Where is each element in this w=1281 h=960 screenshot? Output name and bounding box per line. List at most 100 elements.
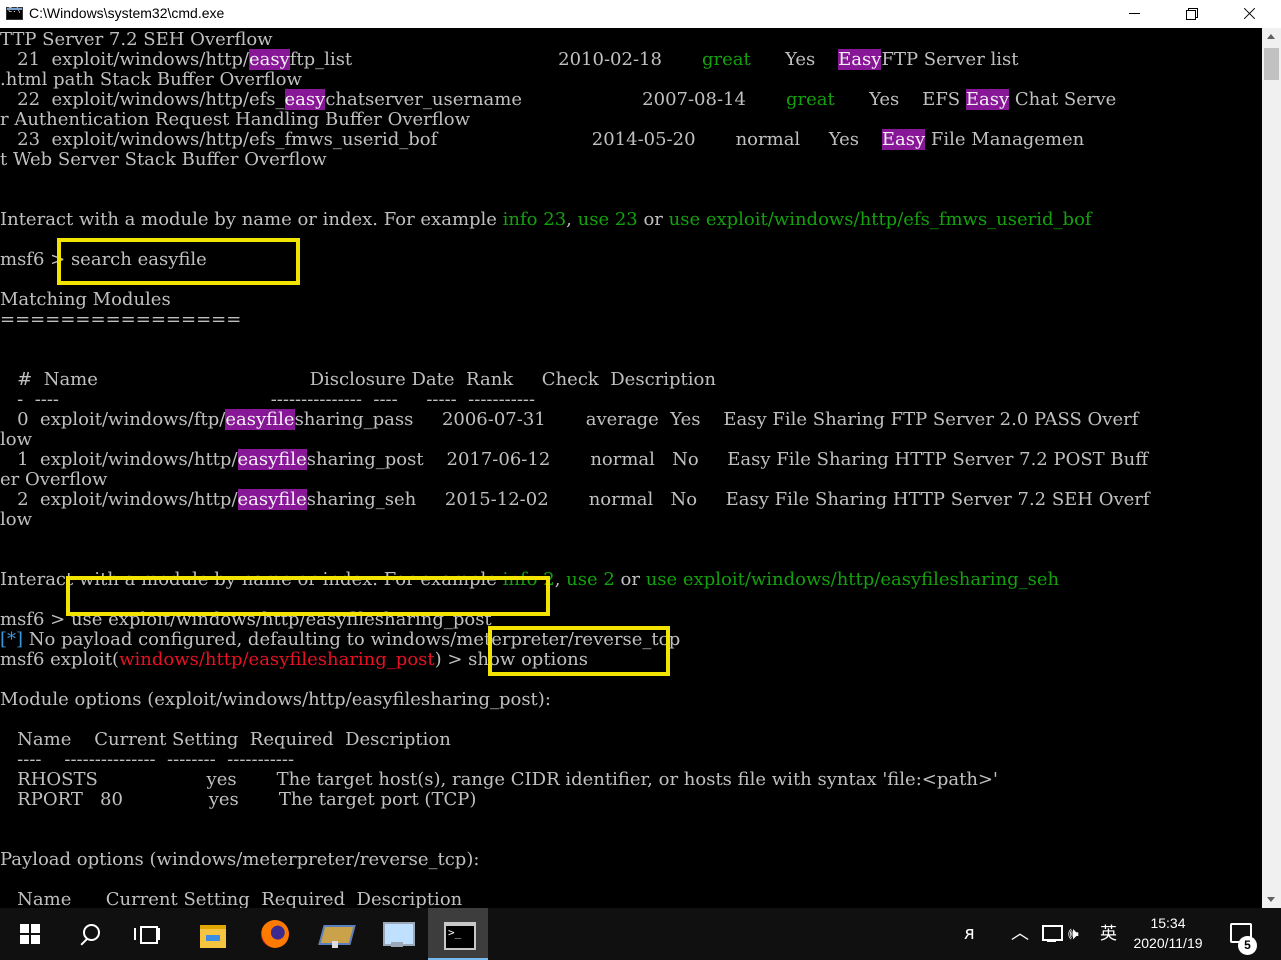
- console-text-segment: ---- --------------- -------- ----------…: [0, 749, 295, 770]
- console-text-segment: great: [701, 49, 751, 70]
- taskbar: ᴙ ︿ 🕪 英 15:34 2020/11/19 5: [0, 908, 1281, 960]
- close-button[interactable]: [1220, 0, 1278, 28]
- console-line: 21 exploit/windows/http/easyftp_list 201…: [0, 49, 1019, 70]
- clock-time: 15:34: [1150, 915, 1186, 931]
- console-line: ================: [0, 310, 241, 330]
- console-line: Interact with a module by name or index.…: [0, 210, 1092, 230]
- console-text-segment: TTP Server 7.2 SEH Overflow: [0, 29, 273, 50]
- console-text-segment: t Web Server Stack Buffer Overflow: [0, 149, 327, 170]
- console-text-segment: easy: [284, 89, 326, 110]
- console-text-segment: easyfile: [237, 449, 307, 470]
- console-text-segment: low: [0, 429, 33, 450]
- console-text-segment: RPORT 80 yes The target port (TCP): [0, 789, 477, 810]
- console-line: RPORT 80 yes The target port (TCP): [0, 790, 476, 810]
- console-text-segment: FTP Server list: [881, 49, 1019, 70]
- remote-desktop-icon[interactable]: [368, 908, 426, 960]
- scroll-up-arrow-icon[interactable]: [1262, 28, 1281, 46]
- console-text-segment: er Overflow: [0, 469, 108, 490]
- console-line: low: [0, 510, 32, 530]
- console-text-segment: Yes EFS: [834, 89, 966, 110]
- console-text-segment: or: [614, 569, 646, 590]
- console-line: Name Current Setting Required Descriptio…: [0, 889, 463, 909]
- network-icon[interactable]: [1040, 908, 1063, 960]
- console-line: 22 exploit/windows/http/efs_easychatserv…: [0, 89, 1117, 110]
- console-text-segment: [*]: [0, 629, 24, 650]
- cmd-app-icon[interactable]: [6, 6, 23, 20]
- console-text-segment: 21 exploit/windows/http/: [0, 49, 249, 70]
- clock-date: 2020/11/19: [1133, 935, 1203, 951]
- task-view-icon[interactable]: [120, 908, 178, 960]
- scrollbar-thumb[interactable]: [1264, 48, 1279, 80]
- console-text-segment: RHOSTS yes The target host(s), range CID…: [0, 769, 998, 790]
- console-text-segment: chatserver_username 2007-08-14: [325, 89, 786, 110]
- command-prompt-taskbar-icon[interactable]: [428, 908, 488, 960]
- console-text-segment: sharing_pass 2006-07-31 average Yes Easy…: [294, 409, 1139, 430]
- console-text-segment: easyfile: [237, 489, 307, 510]
- console-line: ---- --------------- -------- ----------…: [0, 750, 294, 770]
- console-text-segment: use 23: [577, 209, 638, 230]
- console-text-segment: use exploit/windows/http/efs_fmws_userid…: [668, 209, 1092, 230]
- console-text-segment: # Name Disclosure Date Rank Check Descri…: [0, 369, 716, 390]
- console-text-segment: Name Current Setting Required Descriptio…: [0, 729, 451, 750]
- show-hidden-icons-chevron-icon[interactable]: ︿: [1011, 908, 1029, 960]
- console-line: 1 exploit/windows/http/easyfilesharing_p…: [0, 449, 1148, 470]
- console-text-segment: r Authentication Request Handling Buffer…: [0, 109, 471, 130]
- console-text-segment: low: [0, 509, 33, 530]
- console-text-segment: 0 exploit/windows/ftp/: [0, 409, 226, 430]
- console-text-segment: windows/http/easyfilesharing_post: [119, 649, 435, 670]
- console-text-segment: use exploit/windows/http/easyfilesharing…: [645, 569, 1060, 590]
- console-text-segment: use 2: [566, 569, 615, 590]
- console-text-segment: easy: [248, 49, 290, 70]
- console-text-segment: sharing_post 2017-06-12 normal No Easy F…: [306, 449, 1148, 470]
- console-line: t Web Server Stack Buffer Overflow: [0, 150, 327, 170]
- console-text-segment: Matching Modules: [0, 289, 171, 310]
- console-text-segment: File Managemen: [925, 129, 1085, 150]
- minimize-button[interactable]: [1106, 0, 1164, 28]
- console-text-segment: ,: [554, 569, 567, 590]
- console-text-segment: great: [786, 89, 835, 110]
- input-method-indicator[interactable]: 英: [1100, 908, 1117, 960]
- console-line: 2 exploit/windows/http/easyfilesharing_s…: [0, 489, 1150, 510]
- console-line: 0 exploit/windows/ftp/easyfilesharing_pa…: [0, 409, 1139, 430]
- console-scrollbar[interactable]: [1262, 28, 1281, 908]
- console-line: .html path Stack Buffer Overflow: [0, 70, 302, 90]
- search-icon[interactable]: [60, 908, 118, 960]
- console-text-segment: Easy: [881, 129, 926, 150]
- taskbar-clock[interactable]: 15:34 2020/11/19: [1123, 913, 1213, 953]
- volume-icon[interactable]: 🕪: [1068, 908, 1079, 960]
- console-text-segment: - ---- --------------- ---- ----- ------…: [0, 389, 536, 410]
- console-line: Module options (exploit/windows/http/eas…: [0, 690, 551, 710]
- highlight-box-show-options: [488, 626, 670, 676]
- console-text-segment: Chat Serve: [1009, 89, 1117, 110]
- console-text-segment: Module options (exploit/windows/http/eas…: [0, 689, 551, 710]
- maximize-button[interactable]: [1163, 0, 1221, 28]
- start-icon[interactable]: [0, 908, 58, 960]
- console-output[interactable]: TTP Server 7.2 SEH Overflow 21 exploit/w…: [0, 28, 1262, 908]
- highlight-box-use: [66, 576, 550, 616]
- highlight-box-search: [57, 238, 300, 285]
- scroll-down-arrow-icon[interactable]: [1262, 890, 1281, 908]
- console-line: # Name Disclosure Date Rank Check Descri…: [0, 370, 716, 390]
- console-line: er Overflow: [0, 470, 107, 490]
- network-tool-icon[interactable]: [306, 908, 364, 960]
- console-text-segment: info 23: [502, 209, 567, 230]
- console-line: r Authentication Request Handling Buffer…: [0, 110, 470, 130]
- console-line: TTP Server 7.2 SEH Overflow: [0, 30, 273, 50]
- console-text-segment: Easy: [838, 49, 882, 70]
- window-title-bar[interactable]: C:\Windows\system32\cmd.exe: [0, 0, 1281, 28]
- window-title: C:\Windows\system32\cmd.exe: [29, 5, 225, 21]
- console-text-segment: Interact with a module by name or index.…: [0, 209, 503, 230]
- console-text-segment: or: [637, 209, 669, 230]
- console-line: 23 exploit/windows/http/efs_fmws_userid_…: [0, 129, 1085, 150]
- console-text-segment: 22 exploit/windows/http/efs_: [0, 89, 285, 110]
- console-line: Name Current Setting Required Descriptio…: [0, 730, 451, 750]
- console-text-segment: Name Current Setting Required Descriptio…: [0, 889, 463, 909]
- console-text-segment: easyfile: [225, 409, 295, 430]
- firefox-icon[interactable]: [246, 908, 304, 960]
- console-text-segment: 23 exploit/windows/http/efs_fmws_userid_…: [0, 129, 882, 150]
- file-explorer-icon[interactable]: [184, 908, 242, 960]
- console-text-segment: sharing_seh 2015-12-02 normal No Easy Fi…: [306, 489, 1150, 510]
- people-icon[interactable]: ᴙ: [964, 908, 975, 960]
- console-text-segment: .html path Stack Buffer Overflow: [0, 69, 302, 90]
- console-line: - ---- --------------- ---- ----- ------…: [0, 390, 535, 410]
